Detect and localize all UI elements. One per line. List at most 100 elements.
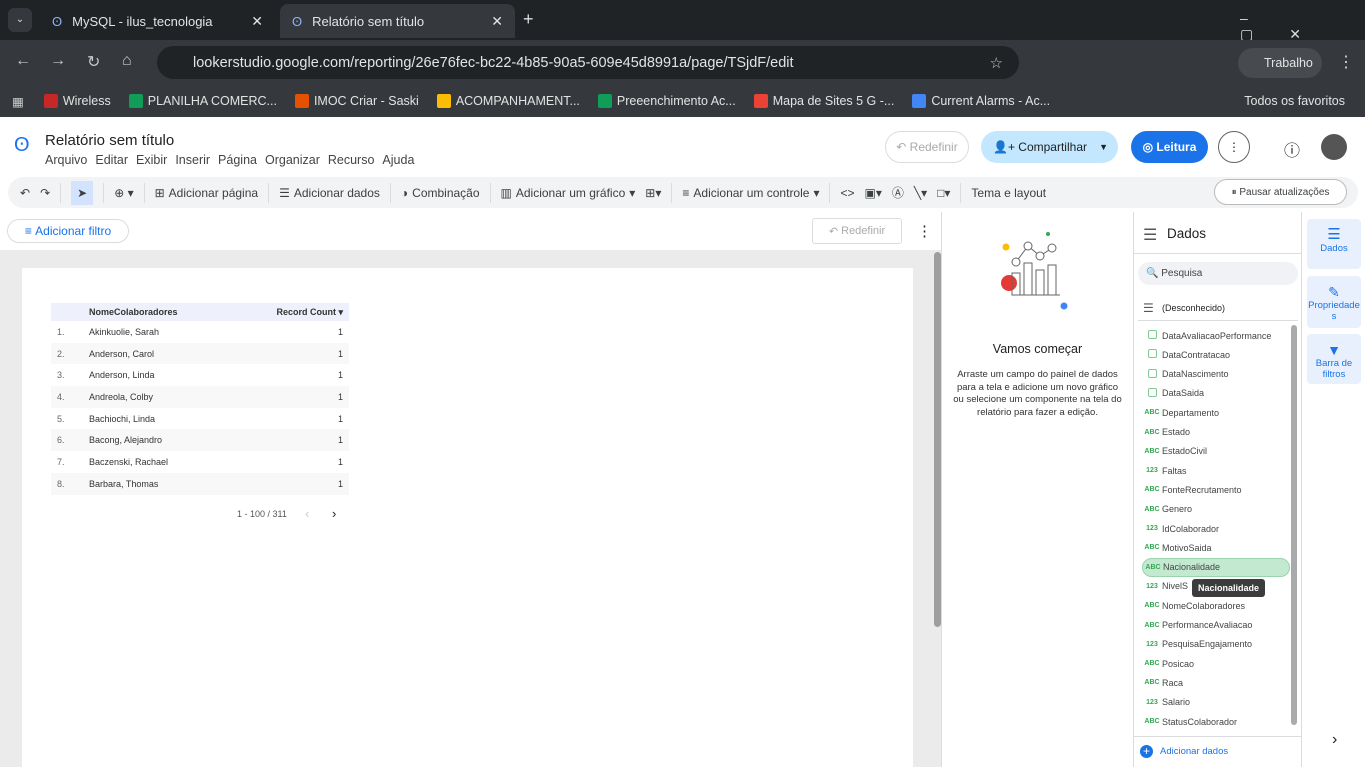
community-viz-icon[interactable]: ⊞▾ <box>645 186 661 200</box>
menu-item[interactable]: Página <box>218 153 257 167</box>
report-page[interactable]: NomeColaboradores Record Count ▾ 1. Akinku… <box>22 268 913 767</box>
field-item[interactable]: ABC StatusColaborador <box>1142 712 1290 731</box>
add-chart-button[interactable]: ▥ Adicionar um gráfico ▾ <box>501 186 636 200</box>
field-item[interactable]: DataContratacao <box>1142 345 1290 364</box>
blend-button[interactable]: ◑ Combinação <box>401 186 480 200</box>
canvas-scrollbar[interactable] <box>934 252 941 627</box>
all-bookmarks[interactable]: Todos os favoritos <box>1244 94 1345 108</box>
table-row[interactable]: 5. Bachiochi, Linda 1 <box>51 408 349 430</box>
bookmark[interactable]: IMOC Criar - Saski <box>294 94 419 108</box>
menu-item[interactable]: Ajuda <box>382 153 414 167</box>
filter-reset-button[interactable]: ↶ Redefinir <box>812 218 902 244</box>
pause-updates-button[interactable]: ⏸ Pausar atualizações <box>1214 179 1347 205</box>
table-row[interactable]: 4. Andreola, Colby 1 <box>51 386 349 408</box>
add-filter-button[interactable]: ≡ Adicionar filtro <box>7 219 129 243</box>
field-item[interactable]: ABC PerformanceAvaliacao <box>1142 616 1290 635</box>
column-header[interactable]: NomeColaboradores <box>89 303 232 321</box>
help-icon[interactable]: ⓘ <box>1284 137 1300 161</box>
add-data-button[interactable]: ☰ Adicionar dados <box>279 186 380 200</box>
select-icon[interactable]: ➤ <box>71 180 94 205</box>
redo-icon[interactable]: ↷ <box>40 186 50 200</box>
back-icon[interactable]: ← <box>15 52 31 70</box>
theme-layout-button[interactable]: Tema e layout <box>971 186 1046 200</box>
field-item[interactable]: ABC Raca <box>1142 673 1290 692</box>
browser-menu-icon[interactable]: ⋮ <box>1338 52 1354 72</box>
menu-item[interactable]: Exibir <box>136 153 167 167</box>
field-item[interactable]: DataSaida <box>1142 384 1290 403</box>
prev-page-icon[interactable]: ‹ <box>305 506 309 521</box>
new-tab-button[interactable]: + <box>523 9 534 30</box>
menu-item[interactable]: Organizar <box>265 153 320 167</box>
table-row[interactable]: 2. Anderson, Carol 1 <box>51 342 349 365</box>
report-title[interactable]: Relatório sem título <box>45 132 174 149</box>
browser-tab[interactable]: ʘ MySQL - ilus_tecnologia ✕ <box>40 4 275 38</box>
star-icon[interactable]: ☆ <box>990 54 1003 72</box>
url-input[interactable]: lookerstudio.google.com/reporting/26e76f… <box>157 46 1019 79</box>
embed-icon[interactable]: <> <box>840 186 854 200</box>
bookmark[interactable]: Preeenchimento Ac... <box>597 94 736 108</box>
field-item[interactable]: 123 PesquisaEngajamento <box>1142 635 1290 654</box>
reload-icon[interactable]: ↻ <box>87 52 100 72</box>
menu-item[interactable]: Inserir <box>175 153 210 167</box>
field-item[interactable]: ABC FonteRecrutamento <box>1142 480 1290 499</box>
menu-item[interactable]: Editar <box>95 153 128 167</box>
table-row[interactable]: 6. Bacong, Alejandro 1 <box>51 429 349 452</box>
menu-item[interactable]: Recurso <box>328 153 375 167</box>
field-item[interactable]: ABC Nacionalidade <box>1142 557 1290 577</box>
share-button[interactable]: 👤+ Compartilhar ▼ <box>981 131 1118 163</box>
home-icon[interactable]: ⌂ <box>122 52 132 70</box>
field-item[interactable]: DataNascimento <box>1142 365 1290 384</box>
bookmark[interactable]: Mapa de Sites 5 G -... <box>753 94 894 108</box>
field-item[interactable]: ABC Departamento <box>1142 403 1290 422</box>
table-row[interactable]: 1. Akinkuolie, Sarah 1 <box>51 321 349 343</box>
view-button[interactable]: ◎ Leitura <box>1131 131 1208 163</box>
field-search-input[interactable]: 🔍 Pesquisa <box>1138 262 1298 285</box>
tab-search-button[interactable]: ⌄ <box>8 8 32 32</box>
menu-item[interactable]: Arquivo <box>45 153 87 167</box>
window-controls[interactable]: –▢✕ <box>1240 10 1365 43</box>
table-row[interactable]: 3. Anderson, Linda 1 <box>51 364 349 386</box>
side-tab-filter-bar[interactable]: ▼ Barra de filtros <box>1307 334 1361 384</box>
shape-icon[interactable]: □▾ <box>937 186 950 200</box>
close-tab-icon[interactable]: ✕ <box>491 13 503 30</box>
bookmark[interactable]: Current Alarms - Ac... <box>912 94 1050 108</box>
table-row[interactable]: 7. Baczenski, Rachael 1 <box>51 451 349 473</box>
field-item[interactable]: 123 Salario <box>1142 693 1290 712</box>
column-header-sorted[interactable]: Record Count ▾ <box>231 303 349 321</box>
text-icon[interactable]: Ⓐ <box>892 184 904 201</box>
field-item[interactable]: ABC Genero <box>1142 500 1290 519</box>
image-icon[interactable]: ▣▾ <box>865 186 882 200</box>
field-list-scrollbar[interactable] <box>1291 325 1297 725</box>
field-item[interactable]: ABC EstadoCivil <box>1142 442 1290 461</box>
close-tab-icon[interactable]: ✕ <box>251 13 263 30</box>
filter-more-icon[interactable]: ⋮ <box>917 222 932 240</box>
side-tab-properties[interactable]: ✎ Propriedades <box>1307 276 1361 328</box>
next-page-icon[interactable]: › <box>332 506 336 521</box>
table-chart[interactable]: NomeColaboradores Record Count ▾ 1. Akinku… <box>51 303 349 508</box>
bookmark[interactable]: Wireless <box>43 94 111 108</box>
field-item[interactable]: DataAvaliacaoPerformance <box>1142 326 1290 345</box>
side-tab-data[interactable]: ☰ Dados <box>1307 219 1361 269</box>
browser-tab-active[interactable]: ʘ Relatório sem título ✕ <box>280 4 515 38</box>
undo-icon[interactable]: ↶ <box>20 186 30 200</box>
field-item[interactable]: ABC Posicao <box>1142 654 1290 673</box>
bookmark[interactable]: PLANILHA COMERC... <box>128 94 277 108</box>
reset-button[interactable]: ↶ Redefinir <box>885 131 969 163</box>
more-options-button[interactable]: ⋮ <box>1218 131 1250 163</box>
apps-icon[interactable]: ▦ <box>12 94 24 109</box>
add-data-link[interactable]: + Adicionar dados <box>1140 745 1228 758</box>
add-control-button[interactable]: ≡ Adicionar um controle ▾ <box>682 186 819 200</box>
expand-panel-icon[interactable]: › <box>1332 731 1337 749</box>
profile-button[interactable]: Trabalho <box>1238 48 1322 78</box>
field-item[interactable]: ABC Estado <box>1142 423 1290 442</box>
field-item[interactable]: 123 IdColaborador <box>1142 519 1290 538</box>
field-item[interactable]: 123 Faltas <box>1142 461 1290 480</box>
datasource-name[interactable]: (Desconhecido) <box>1162 303 1225 313</box>
table-row[interactable]: 8. Barbara, Thomas 1 <box>51 472 349 495</box>
add-page-button[interactable]: ⊞ Adicionar página <box>155 186 258 200</box>
bookmark[interactable]: ACOMPANHAMENT... <box>436 94 580 108</box>
avatar[interactable] <box>1321 134 1347 160</box>
forward-icon[interactable]: → <box>50 52 66 70</box>
zoom-icon[interactable]: ⊕ ▾ <box>114 186 133 200</box>
field-item[interactable]: ABC MotivoSaida <box>1142 538 1290 557</box>
